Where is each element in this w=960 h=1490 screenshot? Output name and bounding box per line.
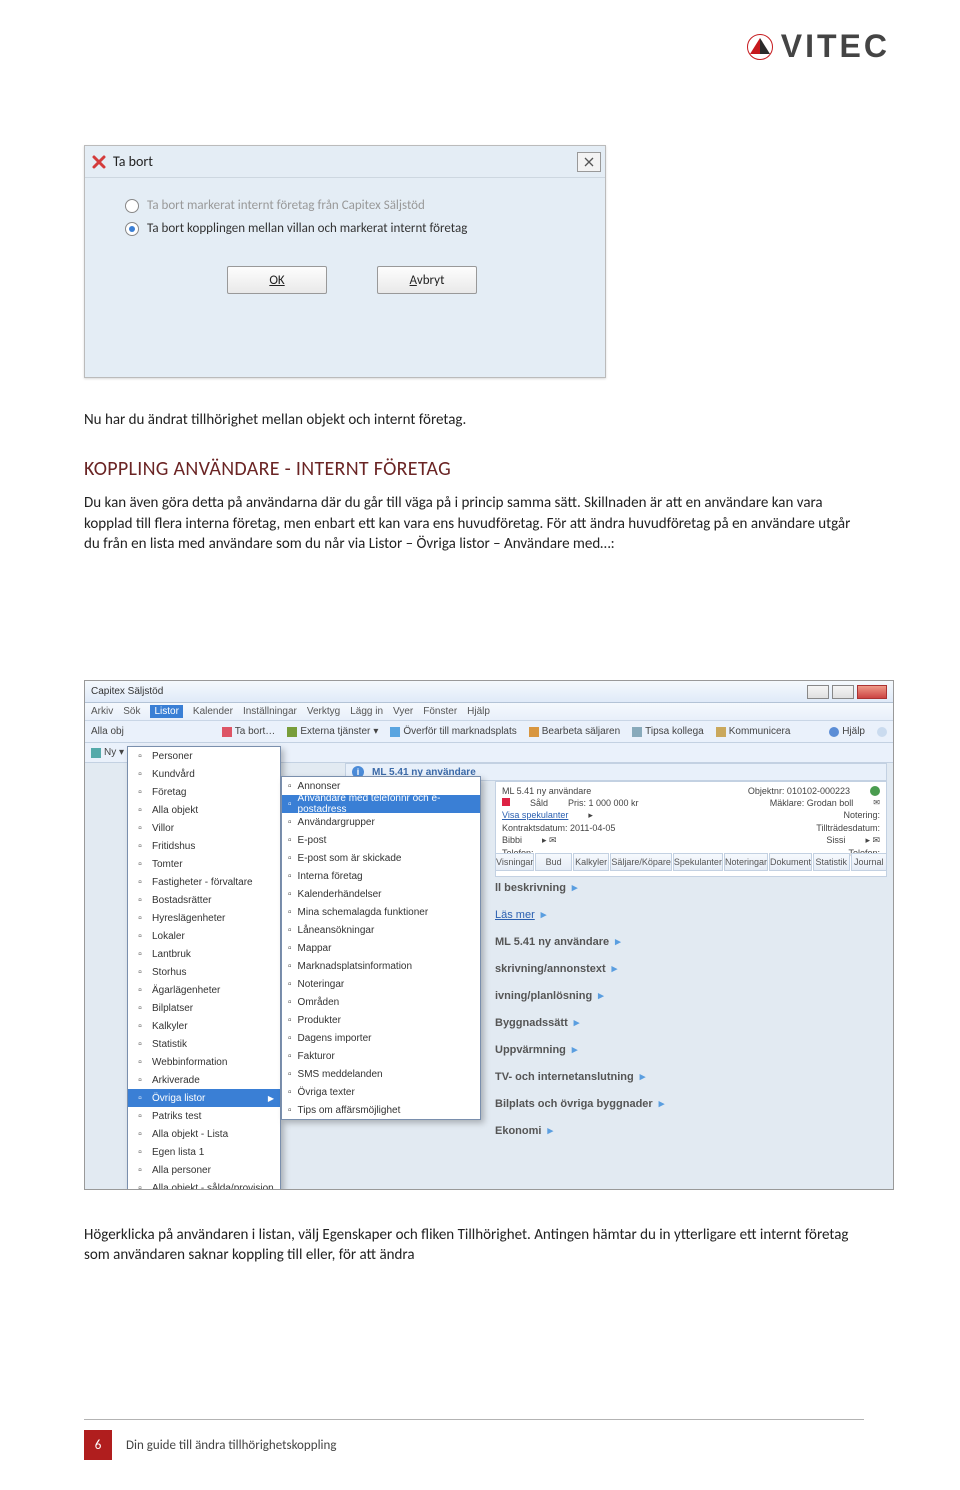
menu2-item[interactable]: ▫Låneansökningar bbox=[282, 921, 480, 939]
expand-link[interactable]: Ekonomi bbox=[495, 1124, 853, 1137]
expand-link[interactable]: ivning/planlösning bbox=[495, 989, 853, 1002]
expand-link[interactable]: ll beskrivning bbox=[495, 881, 853, 894]
menu1-item[interactable]: ▫Fastigheter - förvaltare bbox=[128, 873, 280, 891]
cancel-button[interactable]: Avbryt bbox=[377, 266, 477, 294]
app-screenshot: Capitex Säljstöd Arkiv Sök Listor Kalend… bbox=[84, 680, 894, 1190]
menu1-item[interactable]: ▫Hyreslägenheter bbox=[128, 909, 280, 927]
app-title-text: Capitex Säljstöd bbox=[91, 686, 163, 697]
menu1-item[interactable]: ▫Övriga listor▶ bbox=[128, 1089, 280, 1107]
expand-link[interactable]: Byggnadssätt bbox=[495, 1016, 853, 1029]
paragraph-1: Nu har du ändrat tillhörighet mellan obj… bbox=[84, 410, 864, 430]
page-footer: 6 Din guide till ändra tillhörighetskopp… bbox=[84, 1430, 337, 1460]
detail-tab[interactable]: Bud bbox=[535, 853, 572, 871]
paragraph-2: Du kan även göra detta på användarna där… bbox=[84, 493, 864, 554]
detail-tab[interactable]: Kalkyler bbox=[573, 853, 610, 871]
expand-link[interactable]: Bilplats och övriga byggnader bbox=[495, 1097, 853, 1110]
dialog-close-button[interactable] bbox=[577, 152, 601, 172]
detail-tab[interactable]: Noteringar bbox=[724, 853, 768, 871]
header-logo: VITEC bbox=[747, 28, 890, 65]
menu2-item[interactable]: ▫Användare med telefonnr och e-postadres… bbox=[282, 795, 480, 813]
logo-text: VITEC bbox=[781, 28, 890, 65]
menu-ovriga-listor[interactable]: ▫Annonser▫Användare med telefonnr och e-… bbox=[281, 776, 481, 1120]
menu2-item[interactable]: ▫Områden bbox=[282, 993, 480, 1011]
detail-tab[interactable]: Visningar bbox=[495, 853, 534, 871]
menu-listor[interactable]: ▫Personer▫Kundvård▫Företag▫Alla objekt▫V… bbox=[127, 746, 281, 1190]
paragraph-3: Högerklicka på användaren i listan, välj… bbox=[84, 1225, 864, 1266]
menu2-item[interactable]: ▫SMS meddelanden bbox=[282, 1065, 480, 1083]
menu1-item[interactable]: ▫Lantbruk bbox=[128, 945, 280, 963]
radio-option-remove-link[interactable]: Ta bort kopplingen mellan villan och mar… bbox=[125, 221, 579, 236]
ok-button[interactable]: OK bbox=[227, 266, 327, 294]
toolbar-allobj[interactable]: Alla obj bbox=[91, 726, 124, 737]
expand-link[interactable]: ML 5.41 ny användare bbox=[495, 935, 853, 948]
menu1-item[interactable]: ▫Statistik bbox=[128, 1035, 280, 1053]
link-list: ll beskrivning Läs mer ML 5.41 ny användar… bbox=[495, 881, 853, 1137]
expand-link[interactable]: Läs mer bbox=[495, 908, 853, 921]
detail-tab[interactable]: Dokument bbox=[769, 853, 812, 871]
menu1-item[interactable]: ▫Företag bbox=[128, 783, 280, 801]
menu1-item[interactable]: ▫Kundvård bbox=[128, 765, 280, 783]
menu1-item[interactable]: ▫Personer bbox=[128, 747, 280, 765]
menu1-item[interactable]: ▫Villor bbox=[128, 819, 280, 837]
delete-x-icon bbox=[91, 154, 107, 170]
page-number: 6 bbox=[84, 1430, 112, 1460]
menu2-item[interactable]: ▫Fakturor bbox=[282, 1047, 480, 1065]
menu2-item[interactable]: ▫Övriga texter bbox=[282, 1083, 480, 1101]
menu1-item[interactable]: ▫Alla objekt bbox=[128, 801, 280, 819]
menu1-item[interactable]: ▫Kalkyler bbox=[128, 1017, 280, 1035]
menu2-item[interactable]: ▫E-post bbox=[282, 831, 480, 849]
help-icon[interactable] bbox=[877, 727, 887, 737]
menu1-item[interactable]: ▫Storhus bbox=[128, 963, 280, 981]
footer-text: Din guide till ändra tillhörighetskoppli… bbox=[126, 1438, 337, 1453]
app-toolbar[interactable]: Alla obj Ta bort… Externa tjänster ▾ Öve… bbox=[85, 721, 893, 743]
body-text-block: Nu har du ändrat tillhörighet mellan obj… bbox=[84, 410, 864, 554]
detail-tab[interactable]: Spekulanter bbox=[673, 853, 723, 871]
detail-tabs[interactable]: VisningarBudKalkylerSäljare/KöpareSpekul… bbox=[495, 853, 887, 871]
menu1-item[interactable]: ▫Arkiverade bbox=[128, 1071, 280, 1089]
menu2-item[interactable]: ▫Interna företag bbox=[282, 867, 480, 885]
menu1-item[interactable]: ▫Fritidshus bbox=[128, 837, 280, 855]
menu1-item[interactable]: ▫Bostadsrätter bbox=[128, 891, 280, 909]
menu1-item[interactable]: ▫Ägarlägenheter bbox=[128, 981, 280, 999]
radio-option-remove-company[interactable]: Ta bort markerat internt företag från Ca… bbox=[125, 198, 579, 213]
radio-label-2: Ta bort kopplingen mellan villan och mar… bbox=[147, 221, 467, 236]
expand-link[interactable]: skrivning/annonstext bbox=[495, 962, 853, 975]
menu1-item[interactable]: ▫Bilplatser bbox=[128, 999, 280, 1017]
menu1-item[interactable]: ▫Webbinformation bbox=[128, 1053, 280, 1071]
detail-tab[interactable]: Journal bbox=[851, 853, 888, 871]
radio-label-1: Ta bort markerat internt företag från Ca… bbox=[147, 198, 425, 213]
menu2-item[interactable]: ▫Användargrupper bbox=[282, 813, 480, 831]
app-menubar[interactable]: Arkiv Sök Listor Kalender Inställningar … bbox=[85, 703, 893, 721]
expand-link[interactable]: Uppvärmning bbox=[495, 1043, 853, 1056]
menu2-item[interactable]: ▫Dagens importer bbox=[282, 1029, 480, 1047]
menu2-item[interactable]: ▫Marknadsplatsinformation bbox=[282, 957, 480, 975]
menu1-item[interactable]: ▫Alla objekt - Lista bbox=[128, 1125, 280, 1143]
expand-link[interactable]: TV- och internetanslutning bbox=[495, 1070, 853, 1083]
logo-mark-icon bbox=[747, 34, 773, 60]
menu1-item[interactable]: ▫Alla objekt - sålda/provision bbox=[128, 1179, 280, 1190]
menu1-item[interactable]: ▫Alla personer bbox=[128, 1161, 280, 1179]
menu2-item[interactable]: ▫E-post som är skickade bbox=[282, 849, 480, 867]
window-controls-icon[interactable] bbox=[807, 685, 887, 699]
menu2-item[interactable]: ▫Mappar bbox=[282, 939, 480, 957]
menu1-item[interactable]: ▫Patriks test bbox=[128, 1107, 280, 1125]
dialog-titlebar: Ta bort bbox=[85, 146, 605, 178]
menu2-item[interactable]: ▫Produkter bbox=[282, 1011, 480, 1029]
footer-divider bbox=[84, 1419, 864, 1420]
bottom-text-block: Högerklicka på användaren i listan, välj… bbox=[84, 1225, 864, 1266]
menu1-item[interactable]: ▫Lokaler bbox=[128, 927, 280, 945]
menu2-item[interactable]: ▫Noteringar bbox=[282, 975, 480, 993]
dialog-title: Ta bort bbox=[113, 153, 153, 170]
menu2-item[interactable]: ▫Tips om affärsmöjlighet bbox=[282, 1101, 480, 1119]
detail-tab[interactable]: Statistik bbox=[813, 853, 850, 871]
menu2-item[interactable]: ▫Kalenderhändelser bbox=[282, 885, 480, 903]
app-window-titlebar: Capitex Säljstöd bbox=[85, 681, 893, 703]
menu2-item[interactable]: ▫Mina schemalagda funktioner bbox=[282, 903, 480, 921]
menu1-item[interactable]: ▫Egen lista 1 bbox=[128, 1143, 280, 1161]
detail-tab[interactable]: Säljare/Köpare bbox=[610, 853, 672, 871]
delete-dialog: Ta bort Ta bort markerat internt företag… bbox=[84, 145, 606, 378]
menu1-item[interactable]: ▫Tomter bbox=[128, 855, 280, 873]
section-heading: KOPPLING ANVÄNDARE - INTERNT FÖRETAG bbox=[84, 456, 864, 483]
